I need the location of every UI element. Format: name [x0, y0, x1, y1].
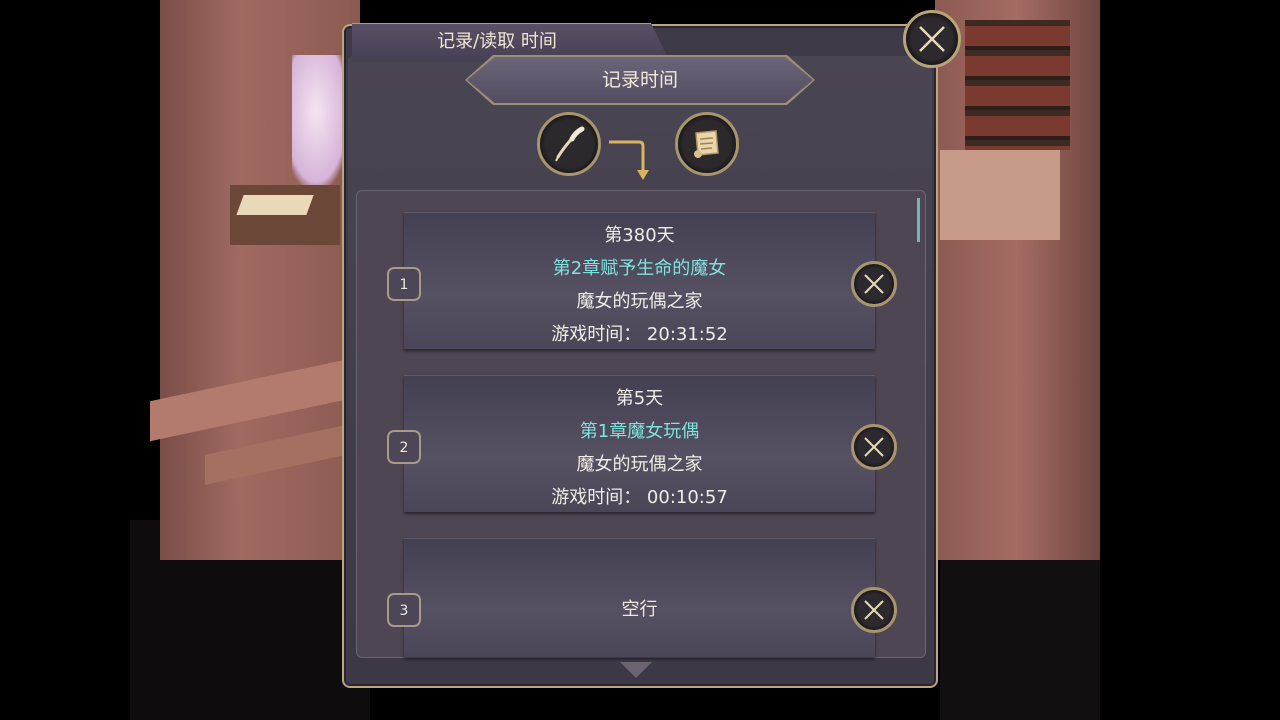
delete-slot-1-button[interactable] — [851, 261, 897, 307]
delete-slot-3-button[interactable] — [851, 587, 897, 633]
arrow-down-icon — [609, 140, 649, 180]
slot-chapter: 第1章魔女玩偶 — [579, 421, 700, 442]
slot-chapter: 第2章赋予生命的魔女 — [552, 258, 727, 279]
slot-number-badge: 3 — [387, 593, 421, 627]
save-slot-3[interactable]: 空行 — [404, 538, 875, 657]
slot-day: 第380天 — [604, 225, 675, 246]
save-slot-1[interactable]: 第380天 第2章赋予生命的魔女 魔女的玩偶之家 游戏时间： 20:31:52 — [404, 212, 875, 349]
slot-location: 魔女的玩偶之家 — [576, 454, 703, 475]
save-slot-2[interactable]: 第5天 第1章魔女玩偶 魔女的玩偶之家 游戏时间： 00:10:57 — [404, 375, 875, 512]
dialog-subtitle: 记录时间 — [601, 69, 678, 91]
delete-slot-2-button[interactable] — [851, 424, 897, 470]
slot-number-badge: 1 — [387, 267, 421, 301]
save-mode-button[interactable] — [537, 112, 601, 176]
close-icon — [919, 26, 945, 52]
quill-icon — [555, 126, 585, 162]
open-book — [236, 195, 314, 215]
delete-icon — [864, 274, 884, 294]
slot-empty-label: 空行 — [621, 599, 658, 620]
desk — [230, 185, 340, 245]
slot-playtime: 游戏时间： 00:10:57 — [551, 487, 728, 508]
bookshelf — [965, 20, 1070, 150]
slot-number-badge: 2 — [387, 430, 421, 464]
slot-location: 魔女的玩偶之家 — [576, 291, 703, 312]
slot-playtime: 游戏时间： 20:31:52 — [551, 324, 728, 345]
delete-icon — [864, 600, 884, 620]
book-pile — [940, 150, 1060, 240]
load-mode-button[interactable] — [675, 112, 739, 176]
scroll-icon — [694, 130, 719, 158]
delete-icon — [864, 437, 884, 457]
close-button[interactable] — [903, 10, 961, 68]
slot-day: 第5天 — [615, 388, 664, 409]
scrollbar[interactable] — [917, 198, 920, 242]
